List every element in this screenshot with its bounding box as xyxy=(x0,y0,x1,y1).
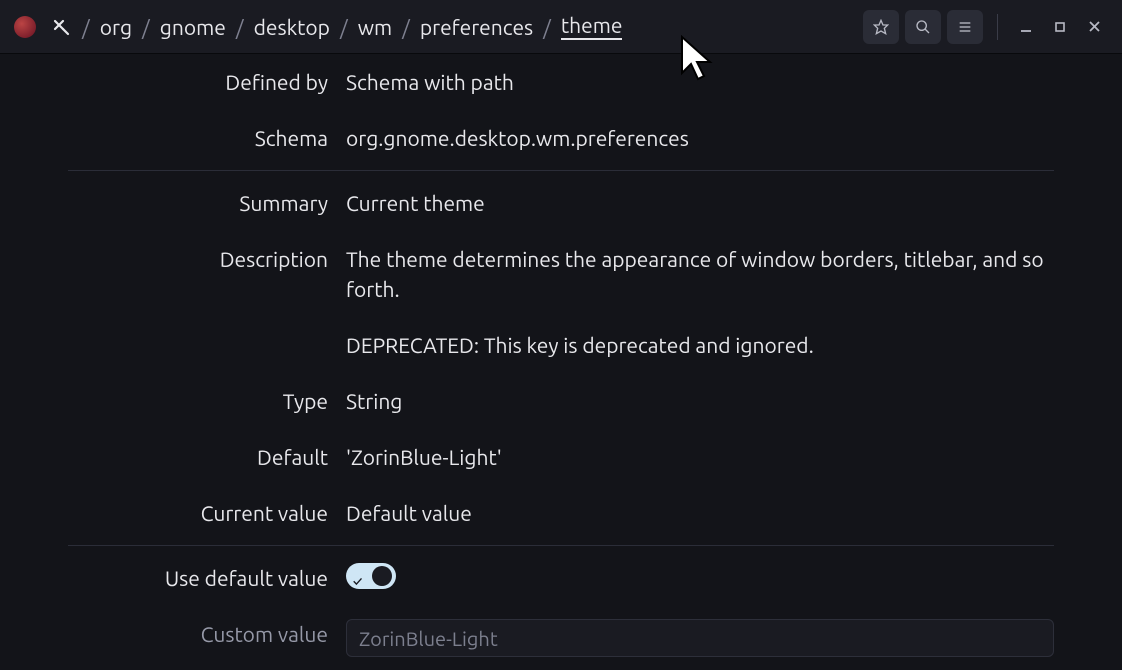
breadcrumb: / org / gnome / desktop / wm / preferenc… xyxy=(50,13,857,40)
breadcrumb-wm[interactable]: wm xyxy=(358,15,392,39)
headerbar: / org / gnome / desktop / wm / preferenc… xyxy=(0,0,1122,54)
value-use-default: ✓ xyxy=(346,563,1054,589)
value-custom-wrapper: ZorinBlue-Light xyxy=(346,619,1054,657)
breadcrumb-sep: / xyxy=(340,15,348,39)
content: Defined by Schema with path Schema org.g… xyxy=(68,54,1054,652)
divider xyxy=(68,170,1054,171)
use-default-toggle[interactable]: ✓ xyxy=(346,563,396,589)
breadcrumb-preferences[interactable]: preferences xyxy=(420,15,533,39)
label-current-value: Current value xyxy=(68,498,328,528)
breadcrumb-desktop[interactable]: desktop xyxy=(254,15,330,39)
value-defined-by: Schema with path xyxy=(346,67,1054,97)
breadcrumb-sep: / xyxy=(402,15,410,39)
breadcrumb-sep: / xyxy=(236,15,244,39)
description-line1: The theme determines the appearance of w… xyxy=(346,244,1054,304)
app-icon xyxy=(14,16,36,38)
label-default: Default xyxy=(68,442,328,472)
label-custom-value: Custom value xyxy=(68,619,328,649)
bookmark-button[interactable] xyxy=(863,10,899,44)
description-line2: DEPRECATED: This key is deprecated and i… xyxy=(346,330,1054,360)
divider xyxy=(68,545,1054,546)
breadcrumb-gnome[interactable]: gnome xyxy=(160,15,226,39)
row-schema: Schema org.gnome.desktop.wm.preferences xyxy=(68,110,1054,166)
label-type: Type xyxy=(68,386,328,416)
row-summary: Summary Current theme xyxy=(68,175,1054,231)
label-schema: Schema xyxy=(68,123,328,153)
row-default: Default 'ZorinBlue-Light' xyxy=(68,429,1054,485)
window-close[interactable] xyxy=(1080,13,1108,41)
row-custom-value: Custom value ZorinBlue-Light xyxy=(68,606,1054,670)
root-icon[interactable] xyxy=(50,16,72,38)
header-divider xyxy=(997,14,998,40)
label-summary: Summary xyxy=(68,188,328,218)
window-maximize[interactable] xyxy=(1046,13,1074,41)
window-minimize[interactable] xyxy=(1012,13,1040,41)
header-actions xyxy=(863,10,1108,44)
value-default: 'ZorinBlue-Light' xyxy=(346,442,1054,472)
value-schema: org.gnome.desktop.wm.preferences xyxy=(346,123,1054,153)
row-current-value: Current value Default value xyxy=(68,485,1054,541)
value-summary: Current theme xyxy=(346,188,1054,218)
breadcrumb-sep: / xyxy=(142,15,150,39)
value-current-value: Default value xyxy=(346,498,1054,528)
custom-value-input[interactable]: ZorinBlue-Light xyxy=(346,619,1054,657)
value-description: The theme determines the appearance of w… xyxy=(346,244,1054,360)
search-button[interactable] xyxy=(905,10,941,44)
row-use-default: Use default value ✓ xyxy=(68,550,1054,606)
menu-button[interactable] xyxy=(947,10,983,44)
breadcrumb-org[interactable]: org xyxy=(100,15,132,39)
row-type: Type String xyxy=(68,373,1054,429)
row-defined-by: Defined by Schema with path xyxy=(68,54,1054,110)
breadcrumb-theme[interactable]: theme xyxy=(561,13,623,40)
label-use-default: Use default value xyxy=(68,563,328,593)
row-description: Description The theme determines the app… xyxy=(68,231,1054,373)
label-defined-by: Defined by xyxy=(68,67,328,97)
toggle-knob xyxy=(372,566,392,586)
value-type: String xyxy=(346,386,1054,416)
breadcrumb-sep: / xyxy=(543,15,551,39)
breadcrumb-sep: / xyxy=(82,15,90,39)
label-description: Description xyxy=(68,244,328,274)
check-icon: ✓ xyxy=(353,567,362,597)
